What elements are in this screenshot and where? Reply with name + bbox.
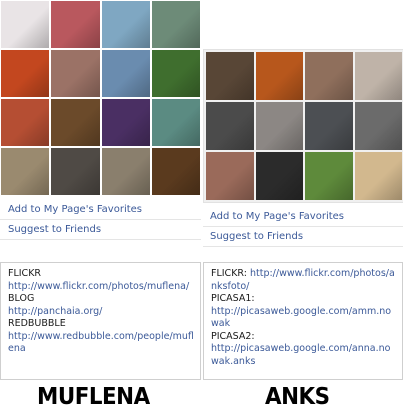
woman-portrait-photo[interactable] [305, 52, 353, 100]
flickr-label: FLICKR [8, 268, 42, 279]
flickr-link[interactable]: http://www.flickr.com/photos/muflena/ [8, 281, 194, 294]
muflena-caption: MUFLENA [37, 384, 150, 410]
man-portrait-photo[interactable] [305, 102, 353, 150]
woman-face-photo[interactable] [51, 50, 100, 97]
suggest-to-friends-link[interactable]: Suggest to Friends [203, 227, 403, 247]
tabby-cat-photo[interactable] [255, 102, 303, 150]
suggest-to-friends-link[interactable]: Suggest to Friends [0, 220, 201, 240]
blog-label: BLOG [8, 293, 35, 304]
anks-panel: Add to My Page's Favorites Suggest to Fr… [203, 0, 403, 380]
add-to-favorites-link[interactable]: Add to My Page's Favorites [0, 200, 201, 220]
girl-smiling-photo[interactable] [354, 52, 402, 100]
picasa1-label: PICASA1: [211, 293, 255, 304]
girl-pink-dress-photo[interactable] [51, 1, 100, 48]
picasa2-label: PICASA2: [211, 330, 255, 342]
muflena-photo-grid [0, 0, 201, 196]
flickr-label: FLICKR: [211, 268, 247, 279]
cupcakes-photo[interactable] [151, 148, 200, 195]
girl-lying-photo[interactable] [1, 148, 50, 195]
redbubble-label: REDBUBBLE [8, 318, 66, 329]
couple-photo[interactable] [354, 102, 402, 150]
flickr-entry: FLICKR: http://www.flickr.com/photos/ank… [211, 268, 396, 293]
muflena-info-box: FLICKR http://www.flickr.com/photos/mufl… [0, 262, 201, 380]
cake-photo[interactable] [1, 1, 50, 48]
picasa2-link[interactable]: http://picasaweb.google.com/anna.nowak.a… [211, 343, 396, 368]
muflena-links: Add to My Page's Favorites Suggest to Fr… [0, 200, 201, 240]
muflena-panel: Add to My Page's Favorites Suggest to Fr… [0, 0, 201, 380]
crowd-park-photo[interactable] [151, 99, 200, 146]
anks-links: Add to My Page's Favorites Suggest to Fr… [203, 207, 403, 247]
food-plate-photo[interactable] [354, 152, 402, 200]
tulip-photo[interactable] [151, 50, 200, 97]
boy-portrait-photo[interactable] [1, 99, 50, 146]
dragonfly-photo[interactable] [151, 1, 200, 48]
blog-link[interactable]: http://panchaia.org/ [8, 306, 194, 319]
anks-info-box: FLICKR: http://www.flickr.com/photos/ank… [203, 262, 403, 380]
picasa1-link[interactable]: http://picasaweb.google.com/amm.nowak [211, 306, 396, 331]
girl-hat-photo[interactable] [206, 152, 254, 200]
green-park-photo[interactable] [305, 152, 353, 200]
add-to-favorites-link[interactable]: Add to My Page's Favorites [203, 207, 403, 227]
boy-striped-shirt-photo[interactable] [101, 1, 150, 48]
cardboard-robot-photo[interactable] [51, 99, 100, 146]
black-white-street-photo[interactable] [206, 102, 254, 150]
mountain-road-photo[interactable] [101, 148, 150, 195]
anks-photo-grid [203, 49, 403, 203]
vintage-camera-photo[interactable] [255, 152, 303, 200]
guitarist-photo[interactable] [101, 99, 150, 146]
city-skyline-photo[interactable] [206, 52, 254, 100]
cat-sleeping-photo[interactable] [51, 148, 100, 195]
red-girl-portrait-photo[interactable] [1, 50, 50, 97]
redbubble-link[interactable]: http://www.redbubble.com/people/muflena [8, 331, 194, 356]
anks-caption: ANKS [265, 384, 330, 410]
car-sunset-photo[interactable] [101, 50, 150, 97]
colorful-abstract-photo[interactable] [255, 52, 303, 100]
